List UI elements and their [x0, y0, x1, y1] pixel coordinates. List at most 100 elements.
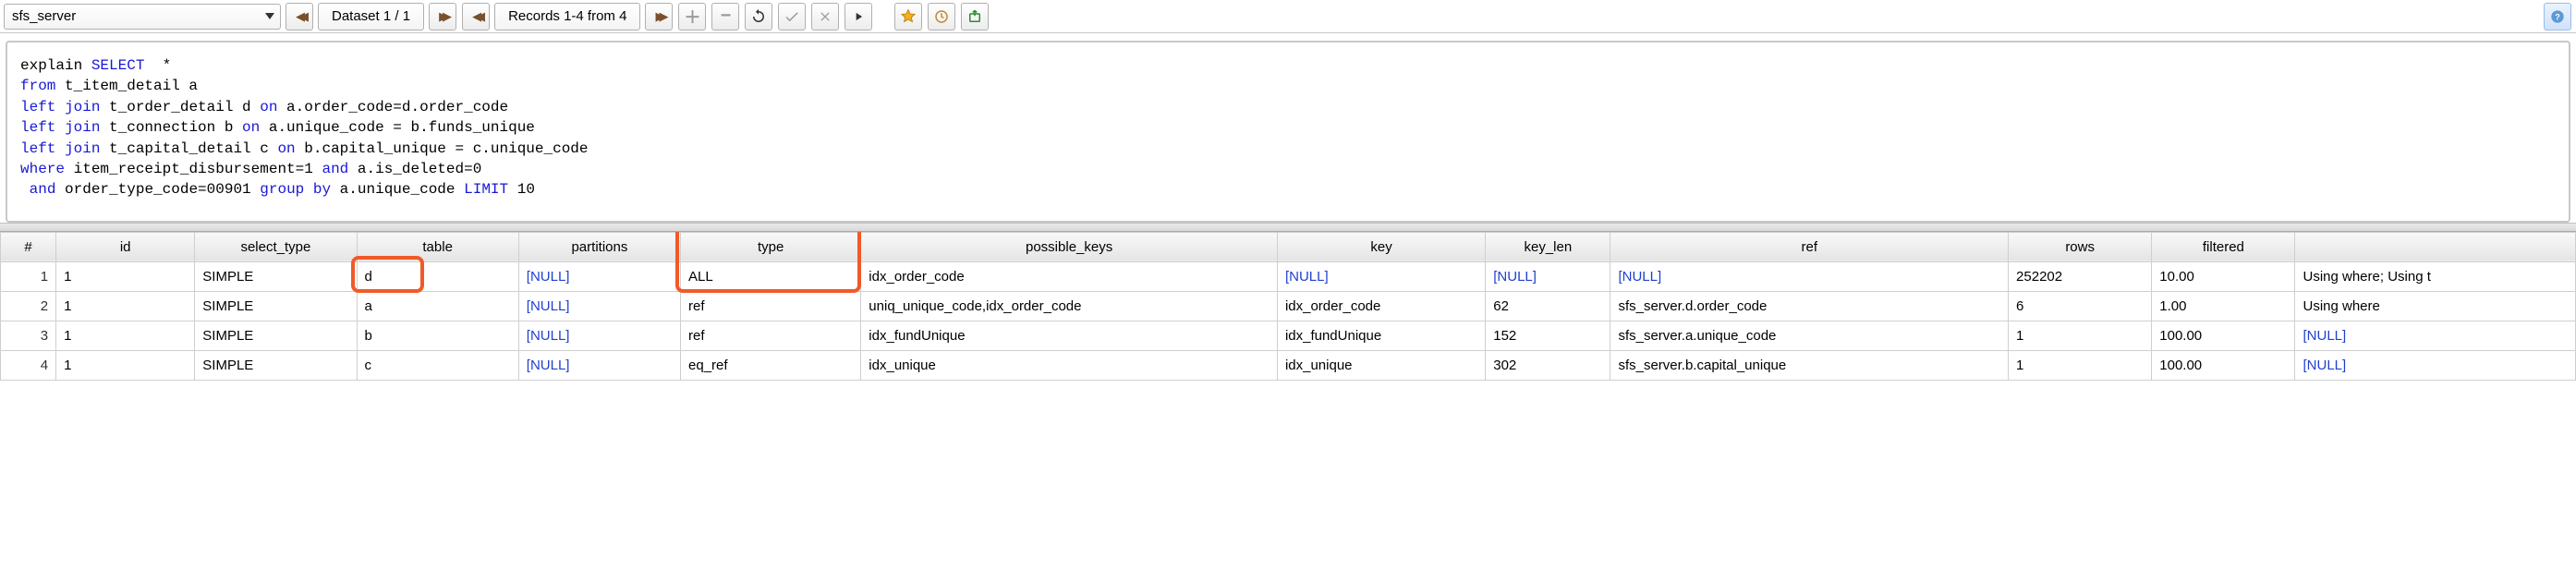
sql-keyword: on: [260, 99, 277, 115]
refresh-button[interactable]: [745, 3, 772, 30]
cell-select_type[interactable]: SIMPLE: [195, 261, 357, 291]
rollback-button[interactable]: [811, 3, 839, 30]
cell-rows[interactable]: 6: [2009, 291, 2152, 321]
column-header-key[interactable]: key: [1277, 232, 1485, 261]
cell-extra[interactable]: Using where; Using t: [2295, 261, 2576, 291]
cell-filtered[interactable]: 1.00: [2152, 291, 2295, 321]
cell-ref[interactable]: sfs_server.d.order_code: [1610, 291, 2009, 321]
cell-rownum[interactable]: 3: [1, 321, 56, 350]
cell-possible_keys[interactable]: idx_fundUnique: [861, 321, 1278, 350]
records-indicator[interactable]: Records 1-4 from 4: [494, 3, 640, 30]
column-header-table[interactable]: table: [357, 232, 518, 261]
sql-text: a.order_code=d.order_code: [277, 99, 508, 115]
cell-key_len[interactable]: [NULL]: [1486, 261, 1610, 291]
add-row-button[interactable]: [678, 3, 706, 30]
cell-partitions[interactable]: [NULL]: [518, 261, 680, 291]
dataset-first-button[interactable]: [286, 3, 313, 30]
cell-partitions[interactable]: [NULL]: [518, 350, 680, 380]
cell-filtered[interactable]: 100.00: [2152, 350, 2295, 380]
cell-filtered[interactable]: 100.00: [2152, 321, 2295, 350]
result-grid[interactable]: #idselect_typetablepartitionstypepossibl…: [0, 232, 2576, 381]
column-header-type[interactable]: type: [681, 232, 861, 261]
horizontal-splitter[interactable]: [0, 223, 2576, 232]
cell-id[interactable]: 1: [56, 350, 195, 380]
column-header-rownum[interactable]: #: [1, 232, 56, 261]
table-row[interactable]: 11SIMPLEd[NULL]ALLidx_order_code[NULL][N…: [1, 261, 2576, 291]
column-header-key_len[interactable]: key_len: [1486, 232, 1610, 261]
sql-text: a.unique_code: [331, 181, 464, 198]
cell-possible_keys[interactable]: idx_unique: [861, 350, 1278, 380]
cell-table[interactable]: b: [357, 321, 518, 350]
cell-type[interactable]: ref: [681, 321, 861, 350]
sql-text: a.unique_code = b.funds_unique: [260, 119, 535, 136]
cell-filtered[interactable]: 10.00: [2152, 261, 2295, 291]
cell-rows[interactable]: 252202: [2009, 261, 2152, 291]
column-header-rows[interactable]: rows: [2009, 232, 2152, 261]
dataset-indicator[interactable]: Dataset 1 / 1: [318, 3, 424, 30]
cell-rownum[interactable]: 4: [1, 350, 56, 380]
column-header-partitions[interactable]: partitions: [518, 232, 680, 261]
cell-id[interactable]: 1: [56, 321, 195, 350]
column-header-ref[interactable]: ref: [1610, 232, 2009, 261]
run-button[interactable]: [844, 3, 872, 30]
column-header-id[interactable]: id: [56, 232, 195, 261]
column-header-filtered[interactable]: filtered: [2152, 232, 2295, 261]
help-button[interactable]: ?: [2544, 3, 2571, 30]
result-grid-wrap: #idselect_typetablepartitionstypepossibl…: [0, 232, 2576, 381]
cell-id[interactable]: 1: [56, 261, 195, 291]
cell-key[interactable]: idx_unique: [1277, 350, 1485, 380]
cell-partitions[interactable]: [NULL]: [518, 321, 680, 350]
cell-partitions[interactable]: [NULL]: [518, 291, 680, 321]
column-header-select_type[interactable]: select_type: [195, 232, 357, 261]
cell-type[interactable]: ALL: [681, 261, 861, 291]
records-first-button[interactable]: [462, 3, 490, 30]
sql-keyword: left join: [20, 119, 100, 136]
records-last-button[interactable]: [645, 3, 673, 30]
dataset-last-button[interactable]: [429, 3, 456, 30]
cell-key[interactable]: idx_order_code: [1277, 291, 1485, 321]
cell-key[interactable]: idx_fundUnique: [1277, 321, 1485, 350]
history-button[interactable]: [928, 3, 955, 30]
cell-rownum[interactable]: 1: [1, 261, 56, 291]
cell-key_len[interactable]: 302: [1486, 350, 1610, 380]
sql-keyword: left join: [20, 99, 100, 115]
null-value: [NULL]: [1285, 269, 1329, 285]
cell-possible_keys[interactable]: idx_order_code: [861, 261, 1278, 291]
cell-table[interactable]: a: [357, 291, 518, 321]
cell-possible_keys[interactable]: uniq_unique_code,idx_order_code: [861, 291, 1278, 321]
cell-id[interactable]: 1: [56, 291, 195, 321]
cell-rows[interactable]: 1: [2009, 350, 2152, 380]
cell-select_type[interactable]: SIMPLE: [195, 321, 357, 350]
sql-editor[interactable]: explain SELECT * from t_item_detail a le…: [6, 41, 2570, 223]
cell-type[interactable]: eq_ref: [681, 350, 861, 380]
cell-ref[interactable]: sfs_server.a.unique_code: [1610, 321, 2009, 350]
cell-key_len[interactable]: 62: [1486, 291, 1610, 321]
cell-select_type[interactable]: SIMPLE: [195, 350, 357, 380]
database-dropdown[interactable]: sfs_server: [4, 4, 281, 30]
cell-extra[interactable]: Using where: [2295, 291, 2576, 321]
column-header-extra[interactable]: [2295, 232, 2576, 261]
cell-type[interactable]: ref: [681, 291, 861, 321]
cell-ref[interactable]: [NULL]: [1610, 261, 2009, 291]
cell-extra[interactable]: [NULL]: [2295, 350, 2576, 380]
table-row[interactable]: 41SIMPLEc[NULL]eq_refidx_uniqueidx_uniqu…: [1, 350, 2576, 380]
svg-text:?: ?: [2555, 12, 2560, 21]
null-value: [NULL]: [527, 298, 570, 314]
cell-ref[interactable]: sfs_server.b.capital_unique: [1610, 350, 2009, 380]
favorites-button[interactable]: [894, 3, 922, 30]
column-header-possible_keys[interactable]: possible_keys: [861, 232, 1278, 261]
sql-keyword: left join: [20, 140, 100, 157]
cell-select_type[interactable]: SIMPLE: [195, 291, 357, 321]
cell-key_len[interactable]: 152: [1486, 321, 1610, 350]
delete-row-button[interactable]: [711, 3, 739, 30]
cell-key[interactable]: [NULL]: [1277, 261, 1485, 291]
commit-button[interactable]: [778, 3, 806, 30]
cell-rows[interactable]: 1: [2009, 321, 2152, 350]
cell-table[interactable]: d: [357, 261, 518, 291]
cell-extra[interactable]: [NULL]: [2295, 321, 2576, 350]
cell-table[interactable]: c: [357, 350, 518, 380]
export-button[interactable]: [961, 3, 989, 30]
cell-rownum[interactable]: 2: [1, 291, 56, 321]
table-row[interactable]: 21SIMPLEa [NULL] refuniq_unique_code,idx_o…: [1, 291, 2576, 321]
table-row[interactable]: 31SIMPLEb[NULL]refidx_fundUniqueidx_fund…: [1, 321, 2576, 350]
